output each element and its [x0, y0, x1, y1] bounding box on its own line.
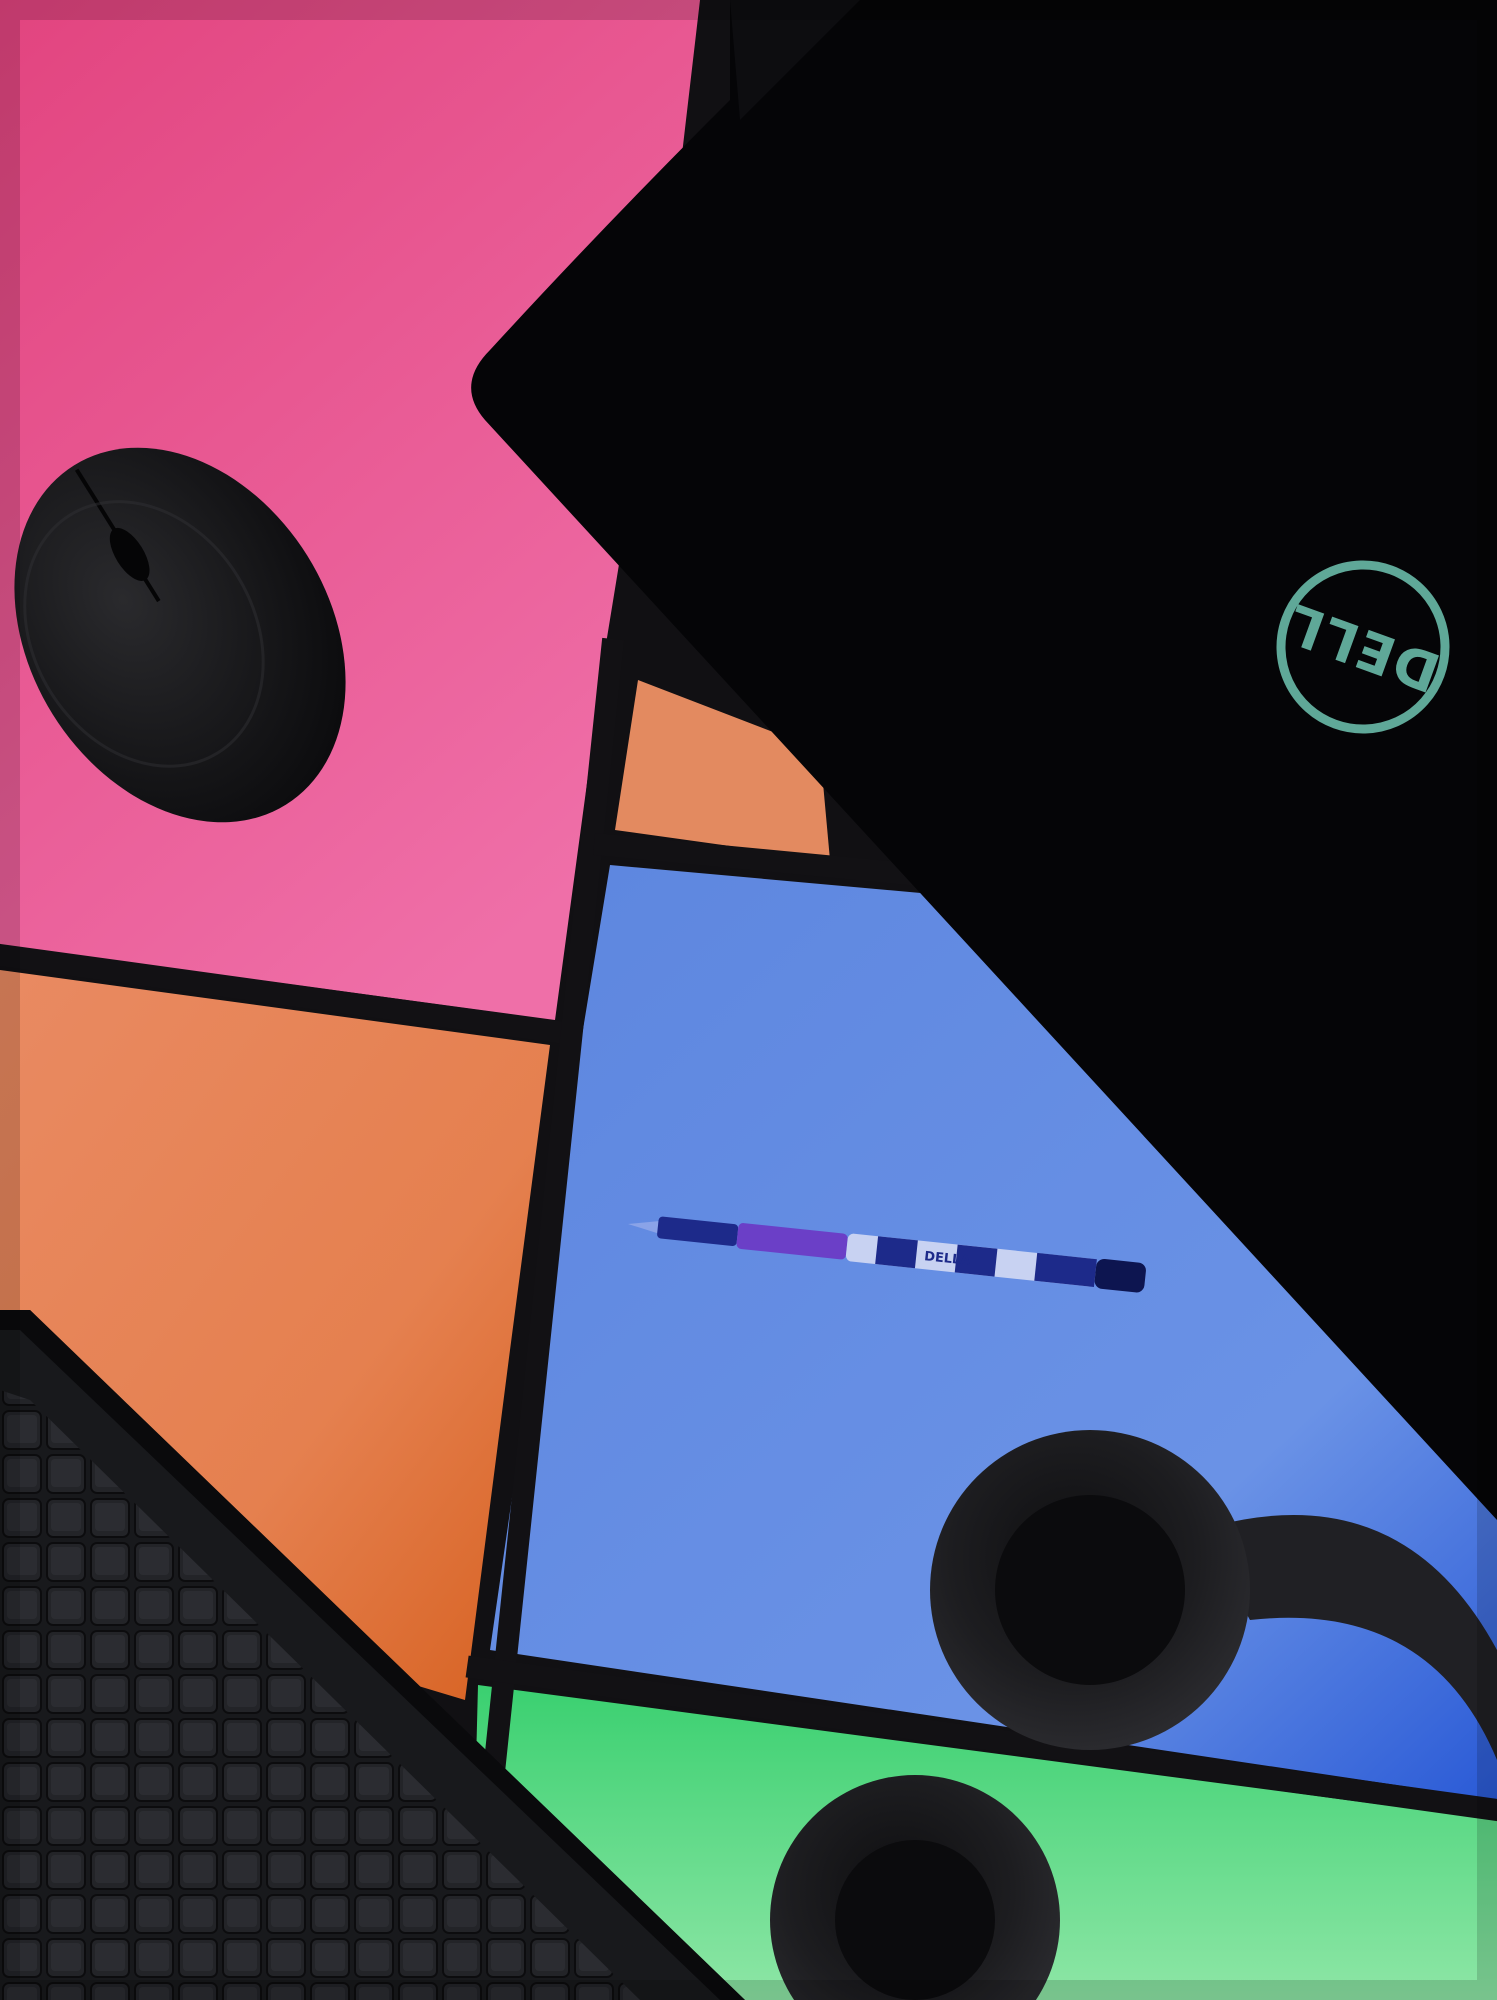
photo-scene: DELL DELLA: [0, 0, 1497, 2000]
